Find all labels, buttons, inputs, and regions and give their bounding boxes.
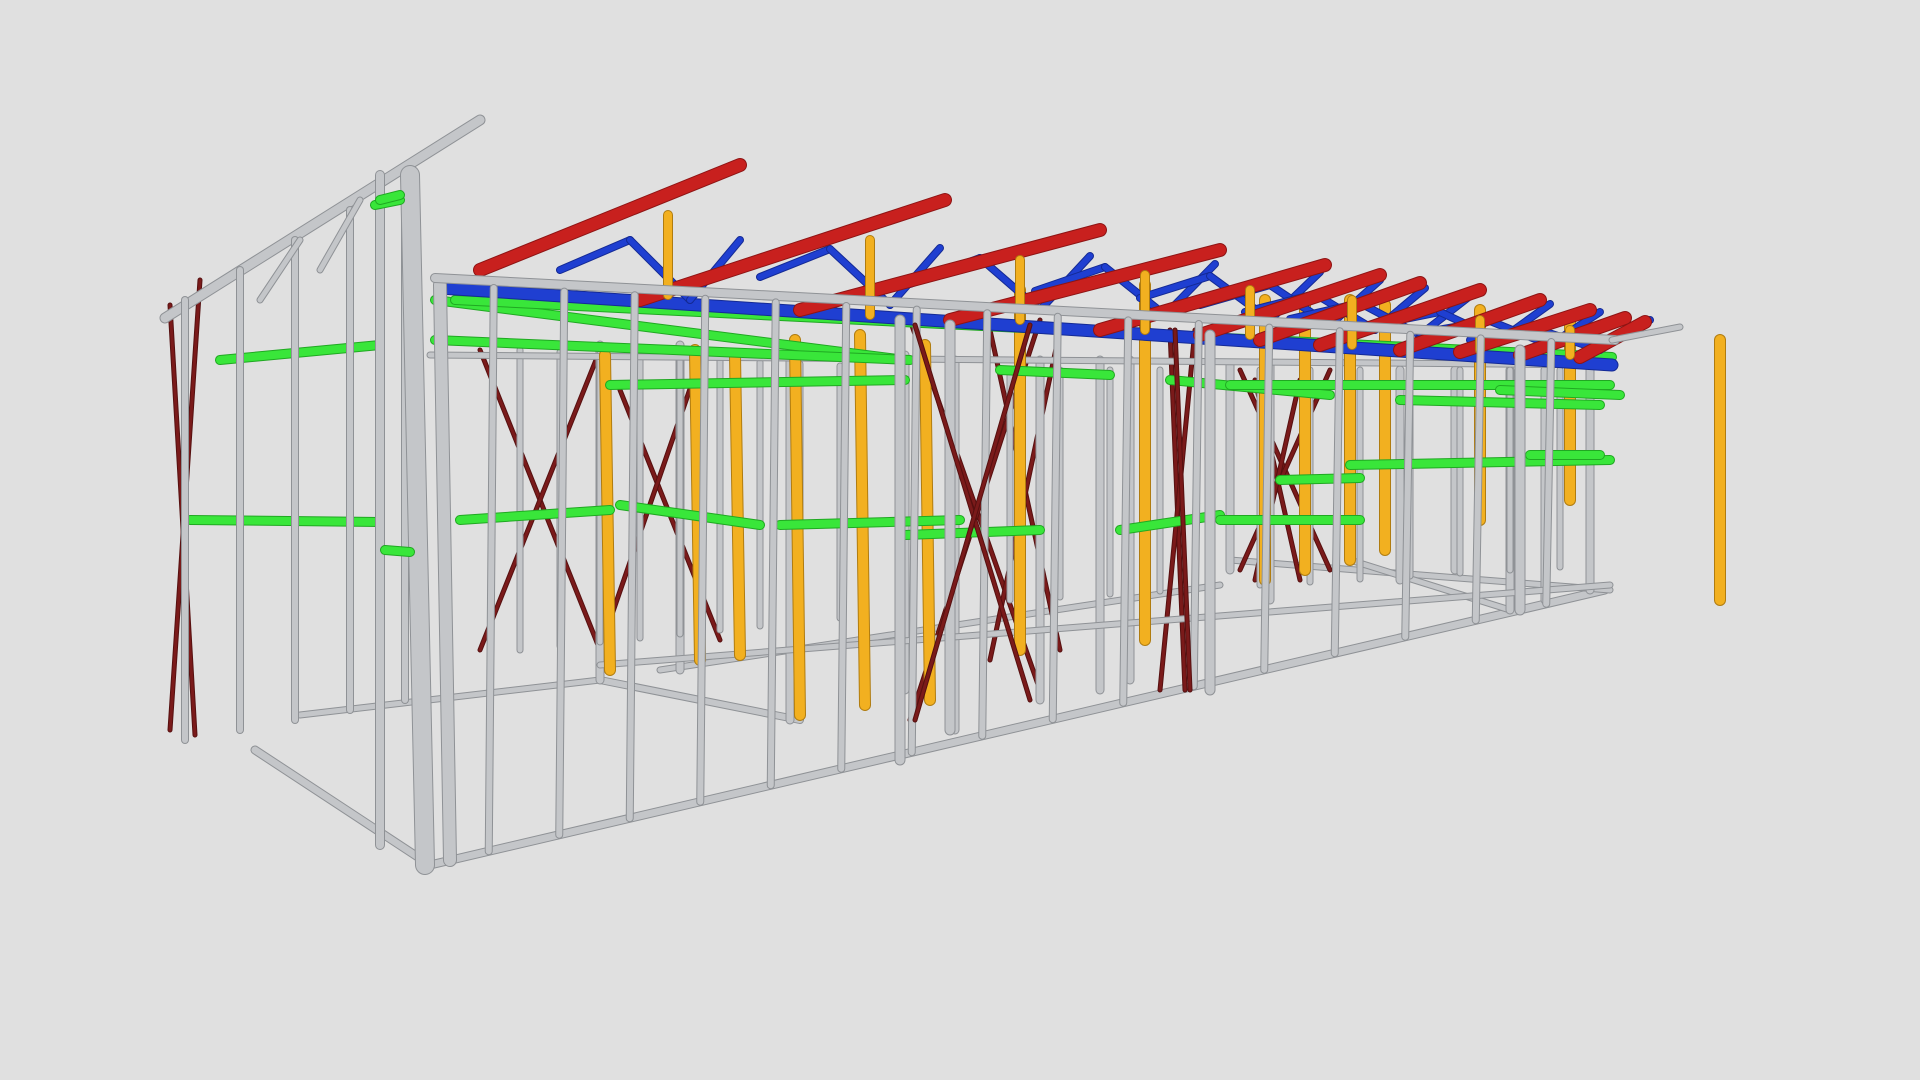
steel-frame-model[interactable] (0, 0, 1920, 1080)
truss-web-member (557, 237, 633, 273)
nogging-member (1276, 474, 1364, 484)
nogging-member (381, 546, 414, 556)
nogging-member (376, 191, 404, 204)
wall-frame-member (401, 166, 434, 874)
wall-frame-member (251, 746, 434, 869)
wall-frame-member (160, 115, 485, 323)
3d-viewport[interactable] (0, 0, 1920, 1080)
nogging-member (456, 506, 614, 524)
nogging-member (606, 376, 909, 389)
nogging-member (1396, 396, 1604, 409)
post-member (730, 350, 745, 660)
nogging-member (776, 516, 964, 529)
roof-truss-chord-member (474, 159, 746, 276)
